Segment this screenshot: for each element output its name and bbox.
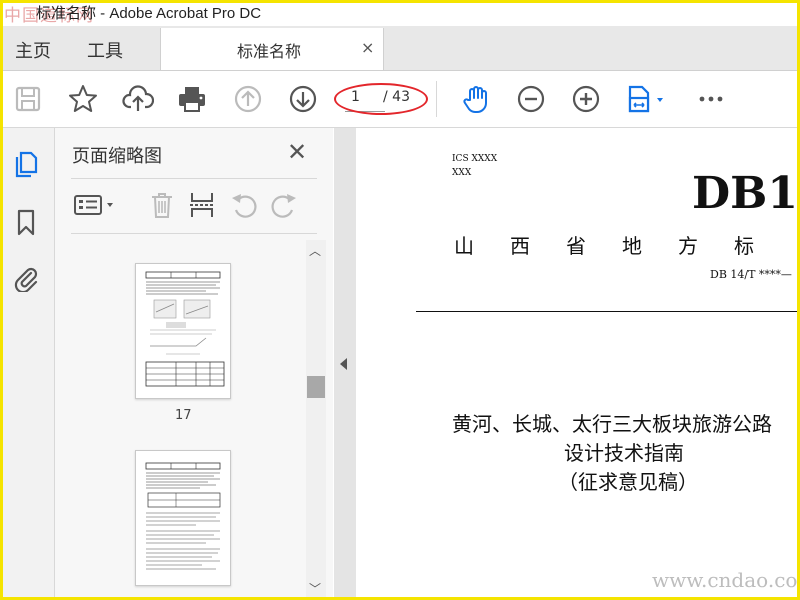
previous-page-icon[interactable]: [232, 83, 264, 115]
doc-header-rule: [416, 311, 800, 312]
save-icon[interactable]: [12, 83, 44, 115]
scroll-down-icon[interactable]: ﹀: [309, 580, 321, 597]
panel-divider: [71, 178, 317, 179]
title-bar: 中国道标网 标准名称 - Adobe Acrobat Pro DC: [0, 0, 800, 26]
hand-tool-icon[interactable]: [460, 83, 492, 115]
delete-page-icon[interactable]: [147, 190, 177, 220]
toolbar-separator: [436, 81, 437, 117]
doc-category-code: XXX: [452, 168, 472, 178]
page-number-highlight: [334, 83, 428, 115]
next-page-icon[interactable]: [287, 83, 319, 115]
doc-ics-code: ICS XXXX: [452, 154, 498, 164]
doc-title-line-1: 黄河、长城、太行三大板块旅游公路: [452, 412, 772, 436]
tab-tools[interactable]: 工具: [87, 37, 123, 63]
page-thumbnail[interactable]: [135, 450, 231, 586]
window-title: 标准名称 - Adobe Acrobat Pro DC: [36, 5, 262, 22]
rotate-left-icon[interactable]: [229, 190, 259, 220]
panel-title: 页面缩略图: [72, 146, 162, 167]
page-thumbnail-preview: [145, 462, 221, 570]
thumbnail-scrollbar[interactable]: [306, 240, 326, 600]
thumbnail-panel: 页面缩略图 ✕ 17: [55, 128, 333, 600]
document-view[interactable]: ICS XXXX XXX DB14 山西省地方标 DB 14/T ****— 黄…: [356, 128, 800, 600]
tab-document[interactable]: 标准名称 ×: [160, 28, 384, 70]
panel-divider-2: [71, 233, 317, 234]
tab-bar: 主页 工具 标准名称 ×: [0, 26, 800, 71]
tab-home[interactable]: 主页: [15, 37, 51, 63]
doc-province-heading: 山西省地方标: [454, 234, 790, 258]
thumbnail-page-label: 17: [175, 408, 192, 423]
close-panel-icon[interactable]: ✕: [287, 138, 307, 166]
left-rail: [0, 128, 55, 600]
bookmark-icon[interactable]: [12, 208, 40, 236]
scroll-up-icon[interactable]: ︿: [309, 242, 321, 259]
print-icon[interactable]: [176, 83, 208, 115]
extract-page-icon[interactable]: [187, 190, 217, 220]
zoom-out-icon[interactable]: [515, 83, 547, 115]
collapse-arrow-icon: [340, 358, 347, 370]
panel-collapse-handle[interactable]: [334, 128, 356, 600]
cloud-upload-icon[interactable]: [122, 83, 155, 115]
site-watermark: www.cndao.com: [652, 568, 800, 592]
doc-db-code: DB14: [692, 168, 800, 219]
tab-document-label: 标准名称: [237, 42, 302, 61]
attachment-icon[interactable]: [12, 264, 40, 294]
thumbnail-options-icon[interactable]: [73, 190, 117, 220]
doc-standard-number: DB 14/T ****—: [710, 268, 792, 281]
fit-page-icon[interactable]: [624, 83, 668, 115]
doc-title-line-2: 设计技术指南: [564, 441, 684, 465]
more-options-icon[interactable]: [695, 83, 727, 115]
page-thumbnails-icon[interactable]: [12, 150, 40, 178]
page-thumbnail[interactable]: [135, 263, 231, 399]
close-tab-icon[interactable]: ×: [361, 38, 374, 57]
rotate-right-icon[interactable]: [269, 190, 299, 220]
zoom-in-icon[interactable]: [570, 83, 602, 115]
page-thumbnail-preview: [145, 271, 225, 387]
star-icon[interactable]: [67, 83, 99, 115]
scrollbar-thumb[interactable]: [307, 376, 325, 398]
doc-title-line-3: （征求意见稿）: [558, 470, 698, 494]
